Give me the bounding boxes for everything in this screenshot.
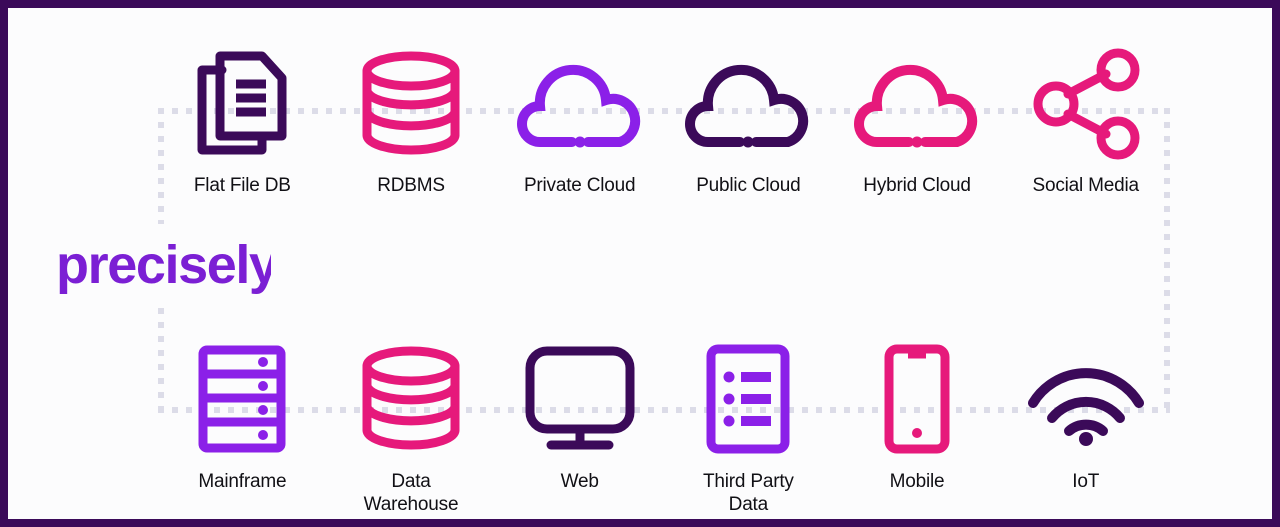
top-row: Flat File DB RDBMS Private Cloud Public … bbox=[158, 44, 1170, 197]
monitor-icon bbox=[524, 340, 636, 458]
precisely-logo-text: precisely bbox=[56, 242, 271, 295]
source-label: IoT bbox=[1072, 471, 1100, 492]
infographic-canvas: precisely Flat File DB RDBMS Private Clo… bbox=[0, 0, 1280, 527]
source-item-iot[interactable]: IoT bbox=[1001, 340, 1170, 516]
source-label: Private Cloud bbox=[523, 175, 636, 196]
smartphone-icon bbox=[883, 340, 951, 458]
document-list-icon bbox=[703, 340, 793, 458]
database-icon bbox=[359, 44, 463, 164]
source-item-public-cloud[interactable]: Public Cloud bbox=[664, 44, 833, 197]
source-item-data-warehouse[interactable]: Data Warehouse bbox=[327, 340, 496, 516]
source-label: Hybrid Cloud bbox=[863, 175, 971, 196]
cloud-icon bbox=[854, 44, 980, 164]
share-nodes-icon bbox=[1030, 44, 1142, 164]
wifi-signal-icon bbox=[1027, 340, 1145, 458]
source-label: Mobile bbox=[889, 471, 945, 492]
source-item-flat-file-db[interactable]: Flat File DB bbox=[158, 44, 327, 197]
source-item-mobile[interactable]: Mobile bbox=[833, 340, 1002, 516]
server-rack-icon bbox=[197, 340, 287, 458]
source-label: Third Party Data bbox=[702, 471, 794, 515]
cloud-icon bbox=[516, 44, 643, 164]
source-label: Web bbox=[560, 471, 599, 492]
source-label: Mainframe bbox=[198, 471, 287, 492]
source-label: RDBMS bbox=[377, 175, 445, 196]
cloud-icon bbox=[685, 44, 811, 164]
source-item-private-cloud[interactable]: Private Cloud bbox=[495, 44, 664, 197]
source-item-mainframe[interactable]: Mainframe bbox=[158, 340, 327, 516]
bottom-row: Mainframe Data Warehouse Web Third Party… bbox=[158, 340, 1170, 516]
precisely-logo: precisely bbox=[56, 242, 271, 298]
database-icon bbox=[359, 340, 463, 458]
source-item-third-party-data[interactable]: Third Party Data bbox=[664, 340, 833, 516]
source-item-hybrid-cloud[interactable]: Hybrid Cloud bbox=[833, 44, 1002, 197]
source-item-web[interactable]: Web bbox=[495, 340, 664, 516]
source-label: Public Cloud bbox=[696, 175, 801, 196]
source-item-social-media[interactable]: Social Media bbox=[1001, 44, 1170, 197]
documents-icon bbox=[192, 44, 292, 164]
source-label: Flat File DB bbox=[193, 175, 291, 196]
source-label: Data Warehouse bbox=[363, 471, 459, 515]
source-label: Social Media bbox=[1032, 175, 1140, 196]
source-item-rdbms[interactable]: RDBMS bbox=[327, 44, 496, 197]
